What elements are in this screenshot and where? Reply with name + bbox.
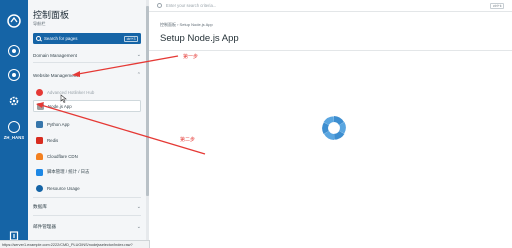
nodejs-icon: [37, 102, 44, 110]
hotlink-icon: [36, 88, 43, 96]
sidebar-item-python[interactable]: Python App: [33, 118, 141, 130]
sidebar-item-resource-usage[interactable]: Resource Usage: [33, 182, 141, 194]
section-mail-management[interactable]: 邮件管理器 ⌄: [33, 224, 141, 230]
section-domain-management[interactable]: Domain Management ⌄: [33, 52, 141, 58]
sidebar-title: 控制面板: [33, 10, 70, 20]
sidebar-scroll-thumb[interactable]: [146, 6, 149, 196]
section-database[interactable]: 数据库 ⌄: [33, 204, 141, 210]
section-website-management[interactable]: Website Management ⌃: [33, 72, 141, 78]
breadcrumb[interactable]: 控制面板 › Setup Node.js App: [160, 22, 213, 28]
section-label: Website Management: [33, 72, 78, 78]
sidebar-search-button[interactable]: Search for pages ctrl+3: [33, 33, 141, 44]
sidebar: 控制面板 导航栏 Search for pages ctrl+3 Domain …: [28, 0, 146, 248]
language-selector[interactable]: ZH_HANS: [0, 121, 28, 140]
user-circle-icon[interactable]: [0, 45, 28, 57]
sidebar-item-cloudflare[interactable]: Cloudflare CDN: [33, 150, 141, 162]
sidebar-item-label: Resource Usage: [47, 185, 80, 191]
divider: [33, 197, 141, 198]
annotation-step1: 第一步: [183, 54, 199, 60]
divider: [33, 62, 141, 63]
topbar-search[interactable]: Enter your search criteria... ctrl+k: [149, 0, 512, 12]
sidebar-item-label: Python App: [47, 121, 70, 127]
globe-icon: [8, 121, 20, 133]
search-icon: [157, 3, 162, 8]
topbar-search-input[interactable]: Enter your search criteria...: [166, 3, 216, 8]
divider: [149, 50, 512, 51]
account-icon[interactable]: [0, 69, 28, 81]
divider: [33, 215, 141, 216]
status-bar-url: https://server1.example.com:2222/CMD_PLU…: [0, 240, 150, 248]
chevron-down-icon: ⌄: [136, 224, 141, 230]
topbar-search-shortcut: ctrl+k: [490, 2, 504, 9]
section-label: Domain Management: [33, 52, 77, 58]
language-label: ZH_HANS: [3, 135, 25, 140]
sidebar-item-label: 脚本管理 / 统计 / 日志: [47, 169, 90, 174]
sidebar-item-label: Advanced Hotlinker Hub: [47, 89, 95, 95]
sidebar-item-label: Node.js App: [48, 103, 72, 109]
loading-spinner-icon: [322, 116, 346, 140]
section-label: 数据库: [33, 204, 47, 209]
sidebar-search-label: Search for pages: [44, 36, 78, 41]
sidebar-item-script[interactable]: 脚本管理 / 统计 / 日志: [33, 166, 141, 178]
search-icon: [36, 36, 41, 41]
python-icon: [36, 120, 43, 128]
chevron-down-icon: ⌄: [136, 204, 141, 210]
sidebar-item-hotlink[interactable]: Advanced Hotlinker Hub: [33, 86, 141, 98]
page-title: Setup Node.js App: [160, 33, 239, 44]
cloudflare-icon: [36, 152, 43, 160]
sidebar-subtitle: 导航栏: [33, 21, 46, 26]
left-rail: ZH_HANS: [0, 0, 28, 248]
annotation-step2: 第二步: [180, 137, 196, 143]
script-icon: [36, 168, 43, 176]
chevron-down-icon: ⌄: [136, 52, 141, 58]
gauge-icon: [36, 184, 43, 192]
sidebar-search-shortcut: ctrl+3: [124, 35, 138, 42]
gear-icon[interactable]: [0, 95, 28, 107]
sidebar-item-nodejs[interactable]: Node.js App: [33, 100, 141, 112]
sidebar-item-redis[interactable]: Redis: [33, 134, 141, 146]
sidebar-item-label: Redis: [47, 137, 59, 143]
section-label: 邮件管理器: [33, 224, 56, 229]
chevron-up-icon: ⌃: [136, 72, 141, 78]
logo-icon[interactable]: [0, 14, 28, 28]
sidebar-item-label: Cloudflare CDN: [47, 153, 78, 159]
redis-icon: [36, 136, 43, 144]
